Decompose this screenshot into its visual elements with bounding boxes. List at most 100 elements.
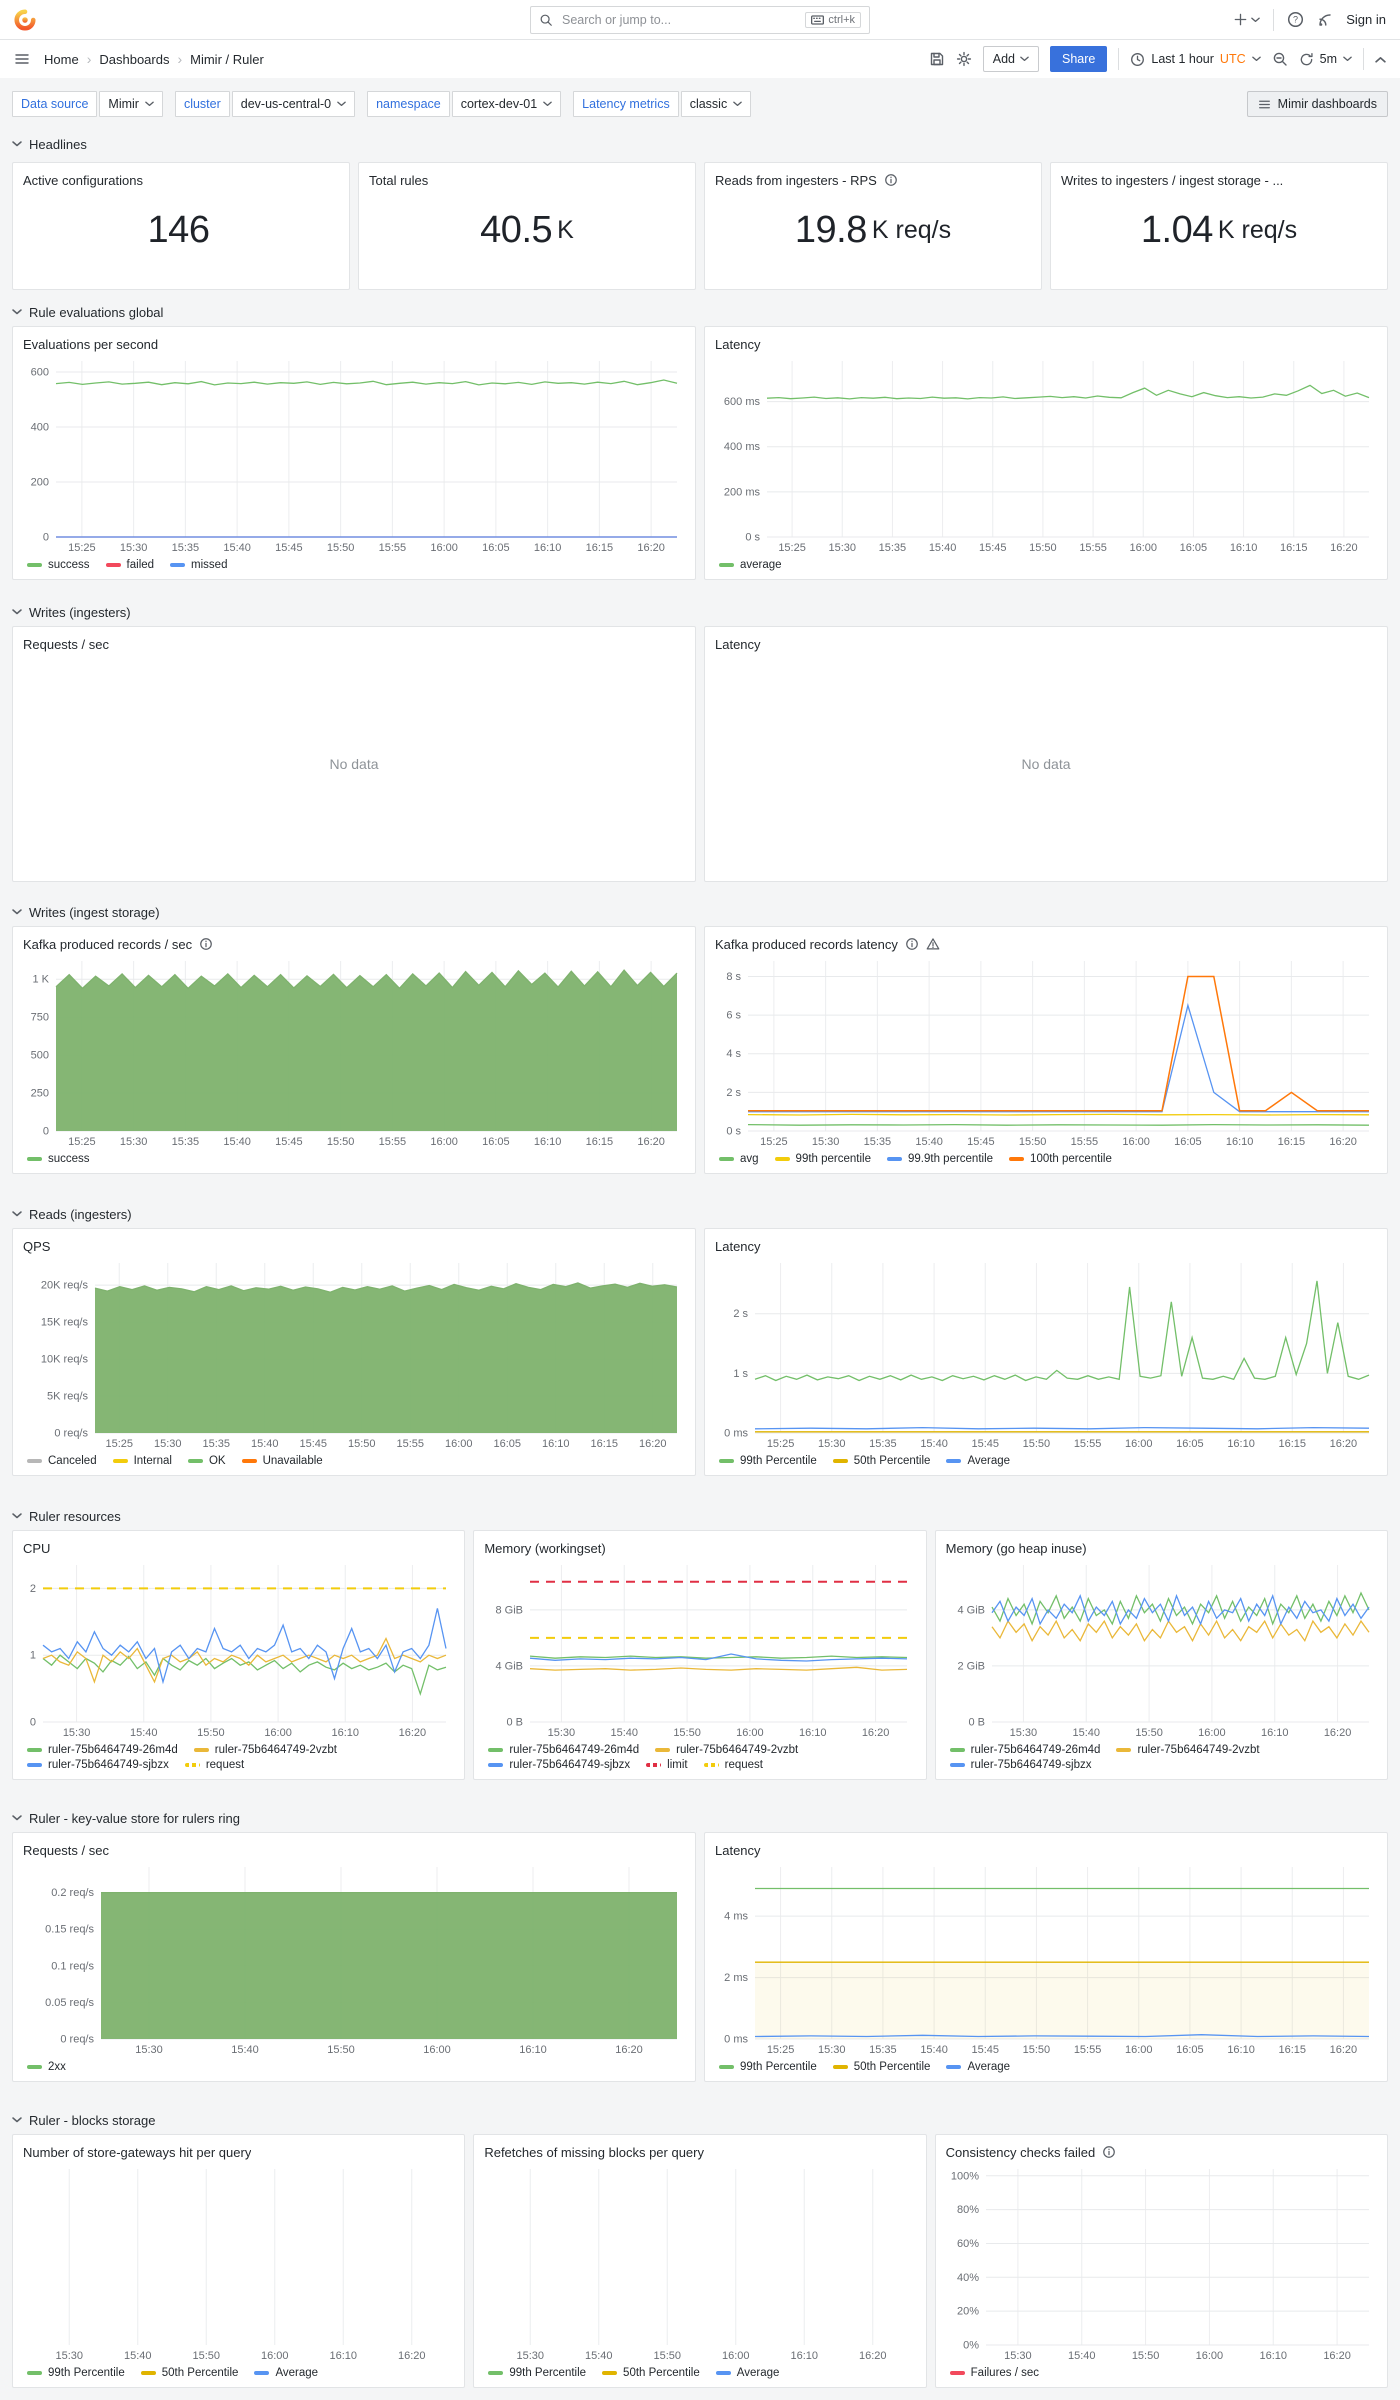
- legend-item-ruler-75b6464749-2vzbt[interactable]: ruler-75b6464749-2vzbt: [193, 1744, 337, 1756]
- legend-item-request[interactable]: request: [184, 1759, 244, 1771]
- rule-eval-latency-chart[interactable]: 15:25 15:30 15:35 15:40 15:45 15:50 15:55 16:00…: [715, 355, 1377, 571]
- legend-item-avg[interactable]: avg: [719, 1153, 759, 1165]
- kafka-produced-records-chart[interactable]: 15:25 15:30 15:35 15:40 15:45 15:50 15:55 16:00…: [23, 955, 685, 1165]
- legend-item-100th-percentile[interactable]: 100th percentile: [1009, 1153, 1112, 1165]
- consistency-checks-chart[interactable]: 15:30 15:40 15:50 16:00 16:10 16:20 0% 20% 40% 60…: [946, 2163, 1377, 2379]
- memory-go-heap-chart[interactable]: 15:30 15:40 15:50 16:00 16:10 16:20 0 B 2 GiB 4 …: [946, 1559, 1377, 1771]
- gear-icon[interactable]: [956, 51, 972, 67]
- warning-icon[interactable]: [926, 937, 940, 951]
- panel-title[interactable]: Kafka produced records latency: [715, 937, 898, 952]
- legend-item-ruler-75b6464749-sjbzx[interactable]: ruler-75b6464749-sjbzx: [949, 1759, 1091, 1771]
- variable-value-dropdown[interactable]: classic: [680, 91, 752, 117]
- legend-item-average[interactable]: Average: [946, 2061, 1010, 2073]
- menu-icon[interactable]: [14, 51, 30, 67]
- legend-item-ok[interactable]: OK: [187, 1455, 226, 1467]
- grafana-logo[interactable]: [14, 8, 36, 31]
- panel-title[interactable]: Latency: [715, 637, 761, 652]
- legend-item-ruler-75b6464749-26m4d[interactable]: ruler-75b6464749-26m4d: [949, 1744, 1100, 1756]
- section-kv-store[interactable]: Ruler - key-value store for rulers ring: [12, 1808, 1388, 1828]
- section-reads-ingesters[interactable]: Reads (ingesters): [12, 1204, 1388, 1224]
- mimir-dashboards-button[interactable]: Mimir dashboards: [1246, 91, 1388, 117]
- legend-item-average[interactable]: Average: [254, 2367, 318, 2379]
- section-writes-ingesters[interactable]: Writes (ingesters): [12, 602, 1388, 622]
- legend-item-ruler-75b6464749-26m4d[interactable]: ruler-75b6464749-26m4d: [27, 1744, 178, 1756]
- panel-title[interactable]: Evaluations per second: [23, 337, 158, 352]
- legend-item-50th-percentile[interactable]: 50th Percentile: [140, 2367, 238, 2379]
- legend-item-failed[interactable]: failed: [105, 559, 154, 571]
- kv-requests-chart[interactable]: 15:30 15:40 15:50 16:00 16:10 16:20 0 req/s 0.0…: [23, 1861, 685, 2073]
- search-input[interactable]: [560, 11, 799, 28]
- legend-item-failures-sec[interactable]: Failures / sec: [949, 2367, 1039, 2379]
- variable-label[interactable]: cluster: [174, 91, 230, 117]
- legend-item-ruler-75b6464749-sjbzx[interactable]: ruler-75b6464749-sjbzx: [488, 1759, 630, 1771]
- panel-title[interactable]: Reads from ingesters - RPS: [715, 173, 877, 188]
- reads-latency-chart[interactable]: 15:25 15:30 15:35 15:40 15:45 15:50 15:55 16:00…: [715, 1257, 1377, 1467]
- legend-item-limit[interactable]: limit: [646, 1759, 688, 1771]
- variable-label[interactable]: Data source: [12, 91, 98, 117]
- section-headlines[interactable]: Headlines: [12, 134, 1388, 154]
- refetches-chart[interactable]: 15:30 15:40 15:50 16:00 16:10 16:20 99th Perce…: [484, 2163, 915, 2379]
- time-range-picker[interactable]: Last 1 hour UTC: [1130, 52, 1261, 67]
- cpu-chart[interactable]: 15:30 15:40 15:50 16:00 16:10 16:20 0 1 2 ruler-7…: [23, 1559, 454, 1771]
- store-gateways-hit-chart[interactable]: 15:30 15:40 15:50 16:00 16:10 16:20 99th Perce…: [23, 2163, 454, 2379]
- panel-title[interactable]: Requests / sec: [23, 1843, 109, 1858]
- legend-item-99th-percentile[interactable]: 99th Percentile: [27, 2367, 125, 2379]
- info-icon[interactable]: [199, 937, 213, 951]
- chevron-up-icon[interactable]: [1375, 56, 1386, 63]
- legend-item-success[interactable]: success: [27, 1153, 90, 1165]
- memory-workingset-chart[interactable]: 15:30 15:40 15:50 16:00 16:10 16:20 0 B 4 GiB 8 …: [484, 1559, 915, 1771]
- panel-title[interactable]: Memory (go heap inuse): [946, 1541, 1087, 1556]
- panel-title[interactable]: Requests / sec: [23, 637, 109, 652]
- variable-label[interactable]: Latency metrics: [573, 91, 679, 117]
- panel-title[interactable]: Active configurations: [23, 173, 143, 188]
- legend-item-request[interactable]: request: [703, 1759, 763, 1771]
- variable-value-dropdown[interactable]: dev-us-central-0: [231, 91, 356, 117]
- search-bar[interactable]: ctrl+k: [530, 5, 870, 34]
- info-icon[interactable]: [905, 937, 919, 951]
- legend-item-average[interactable]: Average: [946, 1455, 1010, 1467]
- legend-item-unavailable[interactable]: Unavailable: [241, 1455, 323, 1467]
- info-icon[interactable]: [1102, 2145, 1116, 2159]
- panel-title[interactable]: Consistency checks failed: [946, 2145, 1096, 2160]
- legend-item-ruler-75b6464749-2vzbt[interactable]: ruler-75b6464749-2vzbt: [655, 1744, 798, 1756]
- add-button[interactable]: Add: [982, 46, 1040, 72]
- evaluations-per-second-chart[interactable]: 15:25 15:30 15:35 15:40 15:45 15:50 15:55 16:00…: [23, 355, 685, 571]
- section-ruler-resources[interactable]: Ruler resources: [12, 1506, 1388, 1526]
- zoom-out-icon[interactable]: [1272, 51, 1288, 67]
- legend-item-50th-percentile[interactable]: 50th Percentile: [832, 1455, 930, 1467]
- variable-value-dropdown[interactable]: Mimir: [99, 91, 163, 117]
- legend-item-ruler-75b6464749-2vzbt[interactable]: ruler-75b6464749-2vzbt: [1116, 1744, 1260, 1756]
- legend-item-99th-percentile[interactable]: 99th Percentile: [719, 1455, 817, 1467]
- legend-item-ruler-75b6464749-sjbzx[interactable]: ruler-75b6464749-sjbzx: [27, 1759, 169, 1771]
- legend-item-canceled[interactable]: Canceled: [27, 1455, 97, 1467]
- section-blocks-storage[interactable]: Ruler - blocks storage: [12, 2110, 1388, 2130]
- legend-item-2xx[interactable]: 2xx: [27, 2061, 66, 2073]
- panel-title[interactable]: Latency: [715, 1843, 761, 1858]
- panel-title[interactable]: Latency: [715, 337, 761, 352]
- legend-item-99th-percentile[interactable]: 99th Percentile: [488, 2367, 586, 2379]
- legend-item-success[interactable]: success: [27, 559, 90, 571]
- panel-title[interactable]: QPS: [23, 1239, 50, 1254]
- news-icon[interactable]: [1317, 12, 1333, 28]
- breadcrumb-home[interactable]: Home: [44, 52, 79, 67]
- panel-title[interactable]: Kafka produced records / sec: [23, 937, 192, 952]
- panel-title[interactable]: Total rules: [369, 173, 428, 188]
- qps-chart[interactable]: 15:25 15:30 15:35 15:40 15:45 15:50 15:55 16:00…: [23, 1257, 685, 1467]
- sign-in-link[interactable]: Sign in: [1346, 12, 1386, 27]
- legend-item-99th-percentile[interactable]: 99th percentile: [774, 1153, 871, 1165]
- legend-item-50th-percentile[interactable]: 50th Percentile: [602, 2367, 700, 2379]
- section-writes-ingest-storage[interactable]: Writes (ingest storage): [12, 902, 1388, 922]
- refresh-picker[interactable]: 5m: [1299, 52, 1352, 67]
- kv-latency-chart[interactable]: 15:25 15:30 15:35 15:40 15:45 15:50 15:55 16:00…: [715, 1861, 1377, 2073]
- legend-item-internal[interactable]: Internal: [112, 1455, 172, 1467]
- panel-title[interactable]: Refetches of missing blocks per query: [484, 2145, 704, 2160]
- info-icon[interactable]: [884, 173, 898, 187]
- legend-item-99-9th-percentile[interactable]: 99.9th percentile: [887, 1153, 993, 1165]
- section-rule-evaluations-global[interactable]: Rule evaluations global: [12, 302, 1388, 322]
- new-menu-button[interactable]: [1233, 12, 1261, 27]
- panel-title[interactable]: Memory (workingset): [484, 1541, 605, 1556]
- help-icon[interactable]: ?: [1287, 11, 1304, 28]
- legend-item-average[interactable]: average: [719, 559, 782, 571]
- variable-label[interactable]: namespace: [367, 91, 450, 117]
- panel-title[interactable]: CPU: [23, 1541, 50, 1556]
